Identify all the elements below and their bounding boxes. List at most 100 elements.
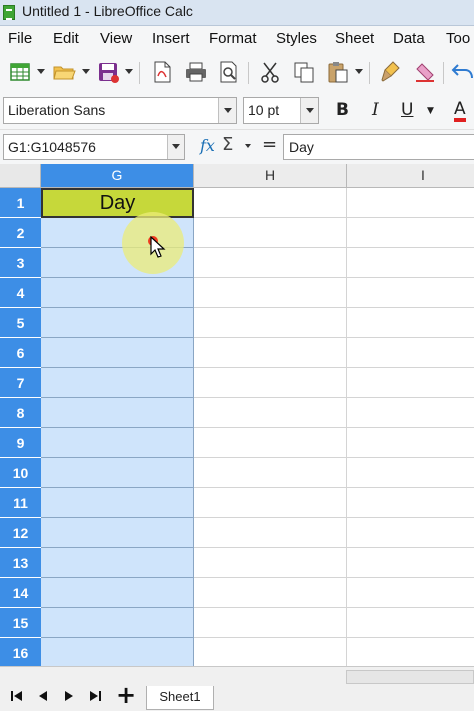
cell-i12[interactable] xyxy=(347,518,474,548)
function-wizard-icon[interactable]: fx xyxy=(200,136,215,155)
horizontal-scrollbar[interactable] xyxy=(346,670,474,684)
cell-h6[interactable] xyxy=(194,338,347,368)
cut-icon[interactable] xyxy=(258,60,282,84)
cell-h16[interactable] xyxy=(194,638,347,666)
row-header-1[interactable]: 1 xyxy=(0,188,41,218)
cell-h11[interactable] xyxy=(194,488,347,518)
add-sheet-button[interactable]: + xyxy=(116,681,136,709)
cell-g10[interactable] xyxy=(41,458,194,488)
row-header-6[interactable]: 6 xyxy=(0,338,41,368)
cell-h5[interactable] xyxy=(194,308,347,338)
cell-g14[interactable] xyxy=(41,578,194,608)
font-color-button[interactable]: A xyxy=(454,100,466,122)
cell-i1[interactable] xyxy=(347,188,474,218)
row-header-16[interactable]: 16 xyxy=(0,638,41,666)
row-header-8[interactable]: 8 xyxy=(0,398,41,428)
cell-h10[interactable] xyxy=(194,458,347,488)
cell-h13[interactable] xyxy=(194,548,347,578)
cell-i10[interactable] xyxy=(347,458,474,488)
paste-icon[interactable] xyxy=(326,60,350,84)
row-header-13[interactable]: 13 xyxy=(0,548,41,578)
menu-data[interactable]: Data xyxy=(393,30,425,47)
previous-sheet-icon[interactable] xyxy=(36,689,50,703)
menu-insert[interactable]: Insert xyxy=(152,30,190,47)
cell-h1[interactable] xyxy=(194,188,347,218)
save-dropdown-icon[interactable] xyxy=(125,69,133,75)
next-sheet-icon[interactable] xyxy=(62,689,76,703)
sheet-tab-sheet1[interactable]: Sheet1 xyxy=(146,686,214,710)
cell-h4[interactable] xyxy=(194,278,347,308)
chevron-down-icon[interactable] xyxy=(300,98,318,123)
underline-dropdown-icon[interactable]: ▼ xyxy=(427,106,434,116)
column-header-i[interactable]: I xyxy=(347,164,474,188)
cell-i16[interactable] xyxy=(347,638,474,666)
cell-h7[interactable] xyxy=(194,368,347,398)
italic-button[interactable]: I xyxy=(372,100,379,120)
cell-g16[interactable] xyxy=(41,638,194,666)
clone-formatting-icon[interactable] xyxy=(379,60,403,84)
print-icon[interactable] xyxy=(184,60,208,84)
undo-icon[interactable] xyxy=(450,60,474,84)
sum-dropdown-icon[interactable] xyxy=(245,144,251,148)
last-sheet-icon[interactable] xyxy=(88,689,102,703)
menu-sheet[interactable]: Sheet xyxy=(335,30,374,47)
chevron-down-icon[interactable] xyxy=(218,98,236,123)
new-dropdown-icon[interactable] xyxy=(37,69,45,75)
copy-icon[interactable] xyxy=(292,60,316,84)
spreadsheet-grid[interactable]: G H I 1 Day 2 3 4 5 6 7 8 9 10 11 12 13 14 15 16 xyxy=(0,164,474,666)
column-header-h[interactable]: H xyxy=(194,164,347,188)
cell-g11[interactable] xyxy=(41,488,194,518)
cell-h2[interactable] xyxy=(194,218,347,248)
paste-dropdown-icon[interactable] xyxy=(355,69,363,75)
row-header-15[interactable]: 15 xyxy=(0,608,41,638)
cell-i7[interactable] xyxy=(347,368,474,398)
cell-g9[interactable] xyxy=(41,428,194,458)
cell-i4[interactable] xyxy=(347,278,474,308)
new-spreadsheet-icon[interactable] xyxy=(8,60,32,84)
underline-button[interactable]: U xyxy=(401,100,413,120)
cell-g12[interactable] xyxy=(41,518,194,548)
export-pdf-icon[interactable] xyxy=(150,60,174,84)
cell-i2[interactable] xyxy=(347,218,474,248)
select-all-corner[interactable] xyxy=(0,164,41,188)
row-header-14[interactable]: 14 xyxy=(0,578,41,608)
row-header-3[interactable]: 3 xyxy=(0,248,41,278)
menu-file[interactable]: File xyxy=(8,30,32,47)
cell-g4[interactable] xyxy=(41,278,194,308)
save-icon[interactable] xyxy=(96,60,120,84)
open-folder-icon[interactable] xyxy=(52,60,76,84)
formula-icon[interactable]: = xyxy=(262,134,277,155)
cell-i14[interactable] xyxy=(347,578,474,608)
menu-styles[interactable]: Styles xyxy=(276,30,317,47)
name-box[interactable]: G1:G1048576 xyxy=(3,134,185,160)
cell-i8[interactable] xyxy=(347,398,474,428)
cell-i11[interactable] xyxy=(347,488,474,518)
cell-g5[interactable] xyxy=(41,308,194,338)
cell-h12[interactable] xyxy=(194,518,347,548)
cell-g1[interactable]: Day xyxy=(41,188,194,218)
cell-h9[interactable] xyxy=(194,428,347,458)
cell-h8[interactable] xyxy=(194,398,347,428)
cell-g8[interactable] xyxy=(41,398,194,428)
cell-i6[interactable] xyxy=(347,338,474,368)
bold-button[interactable]: B xyxy=(336,100,349,120)
row-header-11[interactable]: 11 xyxy=(0,488,41,518)
cell-g13[interactable] xyxy=(41,548,194,578)
first-sheet-icon[interactable] xyxy=(10,689,24,703)
cell-g15[interactable] xyxy=(41,608,194,638)
row-header-7[interactable]: 7 xyxy=(0,368,41,398)
cell-i3[interactable] xyxy=(347,248,474,278)
cell-h3[interactable] xyxy=(194,248,347,278)
sum-icon[interactable]: Σ xyxy=(222,134,233,155)
open-dropdown-icon[interactable] xyxy=(82,69,90,75)
cell-i9[interactable] xyxy=(347,428,474,458)
cell-i5[interactable] xyxy=(347,308,474,338)
row-header-4[interactable]: 4 xyxy=(0,278,41,308)
print-preview-icon[interactable] xyxy=(217,60,241,84)
chevron-down-icon[interactable] xyxy=(167,135,184,159)
row-header-5[interactable]: 5 xyxy=(0,308,41,338)
cell-i13[interactable] xyxy=(347,548,474,578)
row-header-9[interactable]: 9 xyxy=(0,428,41,458)
menu-view[interactable]: View xyxy=(100,30,132,47)
column-header-g[interactable]: G xyxy=(41,164,194,188)
